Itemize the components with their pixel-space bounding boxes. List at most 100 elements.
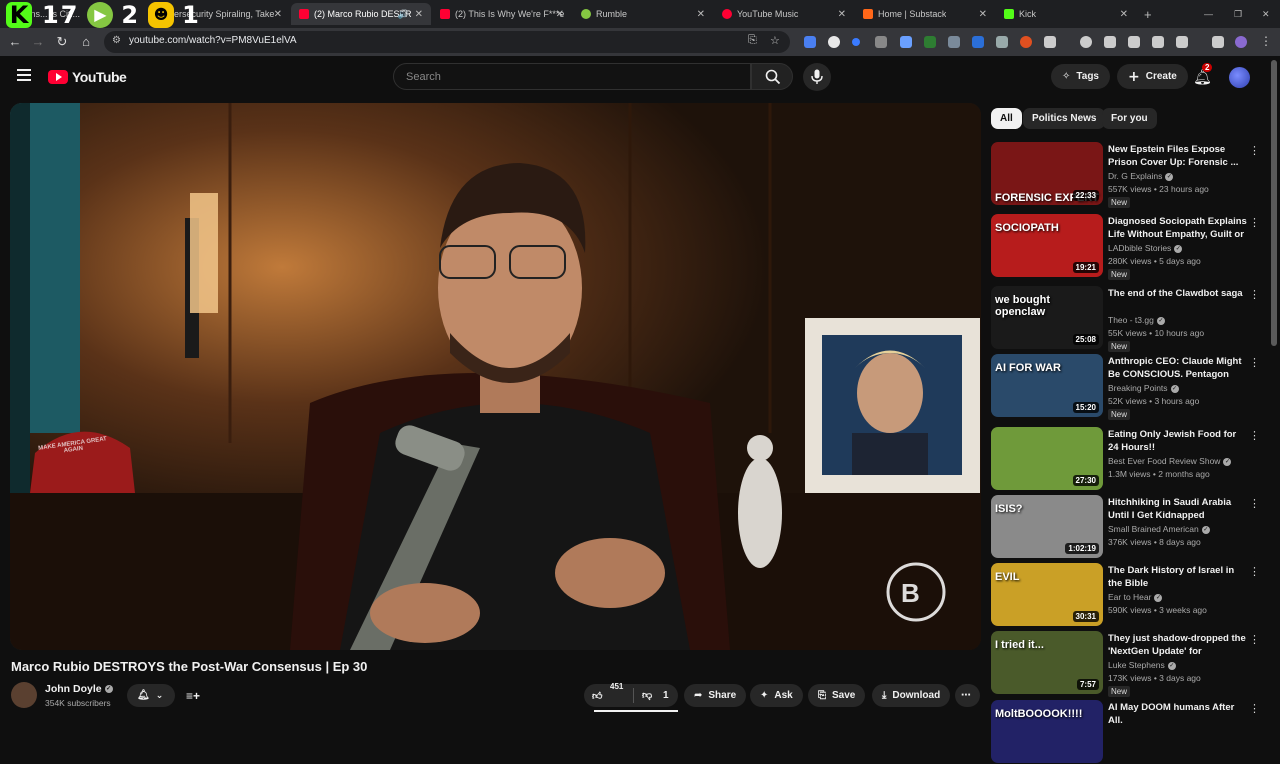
recommendation-item[interactable]: EVIL 30:31 The Dark History of Israel in t…: [991, 563, 1266, 627]
voice-search-button[interactable]: [803, 63, 831, 91]
back-icon[interactable]: ←: [6, 33, 24, 51]
more-actions-button[interactable]: ⋯: [955, 684, 980, 707]
scrollbar[interactable]: [1271, 60, 1277, 346]
recommendation-item[interactable]: ISIS? 1:02:19 Hitchhiking in Saudi Arabia …: [991, 495, 1266, 559]
extensions-puzzle-icon[interactable]: [1044, 36, 1056, 48]
window-close-icon[interactable]: ✕: [1254, 3, 1270, 25]
home-icon[interactable]: ⌂: [77, 33, 95, 51]
video-thumbnail[interactable]: AI FOR WAR 15:20: [991, 354, 1103, 417]
maximize-icon[interactable]: ❐: [1226, 3, 1242, 25]
more-vertical-icon[interactable]: ⋮: [1249, 565, 1260, 578]
recommendation-channel[interactable]: Breaking Points ✓: [1108, 383, 1179, 393]
extension-icon[interactable]: [900, 36, 912, 48]
more-vertical-icon[interactable]: ⋮: [1249, 288, 1260, 301]
thumbs-down-icon[interactable]: 👎︎: [642, 689, 652, 701]
download-button[interactable]: ⤓ Download: [872, 684, 951, 707]
recommendation-channel[interactable]: Dr. G Explains ✓: [1108, 171, 1174, 181]
recommendation-item[interactable]: AI FOR WAR 15:20 Anthropic CEO: Claude Mig…: [991, 354, 1266, 420]
recommendation-channel[interactable]: Theo - t3.gg ✓: [1108, 315, 1165, 325]
minimize-icon[interactable]: —: [1196, 3, 1213, 25]
close-icon[interactable]: ✕: [838, 9, 846, 20]
tab-8[interactable]: Kick ✕: [996, 3, 1136, 25]
close-icon[interactable]: ✕: [274, 9, 282, 20]
create-button[interactable]: + Create: [1117, 64, 1188, 89]
more-vertical-icon[interactable]: ⋮: [1249, 633, 1260, 646]
video-thumbnail[interactable]: 27:30: [991, 427, 1103, 490]
recommendation-channel[interactable]: Best Ever Food Review Show ✓: [1108, 456, 1232, 466]
extension-icon[interactable]: [875, 36, 887, 48]
extension-icon[interactable]: [996, 36, 1008, 48]
extension-icon[interactable]: [804, 36, 816, 48]
browser-menu-icon[interactable]: ⋮: [1260, 34, 1272, 48]
recommendation-item[interactable]: we bought openclaw 25:08 The end of the Cl…: [991, 286, 1266, 352]
recommendation-item[interactable]: 27:30 Eating Only Jewish Food for 24 Hour…: [991, 427, 1266, 491]
extension-icon[interactable]: [972, 36, 984, 48]
tab-7[interactable]: Home | Substack ✕: [855, 3, 995, 25]
recommendation-channel[interactable]: Ear to Hear ✓: [1108, 592, 1163, 602]
close-icon[interactable]: ✕: [697, 9, 705, 20]
more-vertical-icon[interactable]: ⋮: [1249, 356, 1260, 369]
chip-politics-news[interactable]: Politics News: [1023, 108, 1106, 129]
tab-5[interactable]: Rumble ✕: [573, 3, 713, 25]
more-vertical-icon[interactable]: ⋮: [1249, 144, 1260, 157]
video-player[interactable]: B MAKE AMERICA GREAT AGAIN: [10, 103, 981, 650]
speaker-icon[interactable]: 🔊: [398, 9, 409, 20]
hamburger-menu-icon[interactable]: [17, 69, 31, 81]
thumbs-up-icon[interactable]: 👍︎: [592, 690, 602, 702]
recommendation-item[interactable]: I tried it... 7:57 They just shadow-droppe…: [991, 631, 1266, 697]
close-icon[interactable]: ✕: [1120, 9, 1128, 20]
bookmark-star-icon[interactable]: ☆: [770, 34, 780, 47]
save-button[interactable]: ⎘ Save: [808, 684, 866, 707]
recommendation-item[interactable]: MoltBOOOOK!!!! AI May DOOM humans After A…: [991, 700, 1266, 764]
extension-icon[interactable]: [924, 36, 936, 48]
recommendation-item[interactable]: FORENSIC EXPERT ANALYSIS22:33New Epstein…: [991, 142, 1266, 208]
extension-icon[interactable]: [948, 36, 960, 48]
more-vertical-icon[interactable]: ⋮: [1249, 702, 1260, 715]
search-input[interactable]: Search: [393, 63, 751, 90]
forward-icon[interactable]: →: [29, 33, 47, 51]
address-bar[interactable]: ⚙ youtube.com/watch?v=PM8VuE1elVA ⎘ ☆: [104, 31, 790, 53]
extension-icon[interactable]: [1104, 36, 1116, 48]
sidebar-icon[interactable]: [1152, 36, 1164, 48]
close-icon[interactable]: ✕: [415, 9, 423, 20]
channel-name[interactable]: John Doyle ✓: [45, 683, 113, 695]
screenshot-icon[interactable]: [1176, 36, 1188, 48]
more-vertical-icon[interactable]: ⋮: [1249, 216, 1260, 229]
more-vertical-icon[interactable]: ⋮: [1249, 429, 1260, 442]
extension-icon[interactable]: [852, 38, 860, 46]
tab-4[interactable]: (2) This Is Why We're F***e ✕: [432, 3, 572, 25]
recommendation-item[interactable]: SOCIOPATH 19:21 Diagnosed Sociopath Explai…: [991, 214, 1266, 280]
tags-button[interactable]: ✧ Tags: [1051, 64, 1110, 89]
video-thumbnail[interactable]: ISIS? 1:02:19: [991, 495, 1103, 558]
close-icon[interactable]: ✕: [979, 9, 987, 20]
chip-for-you[interactable]: For you: [1102, 108, 1157, 129]
close-icon[interactable]: ✕: [556, 9, 564, 20]
extension-icon[interactable]: [828, 36, 840, 48]
extension-icon[interactable]: [1020, 36, 1032, 48]
video-thumbnail[interactable]: we bought openclaw 25:08: [991, 286, 1103, 349]
video-thumbnail[interactable]: FORENSIC EXPERT ANALYSIS22:33: [991, 142, 1103, 205]
install-icon[interactable]: ⎘: [748, 34, 757, 47]
video-thumbnail[interactable]: SOCIOPATH 19:21: [991, 214, 1103, 277]
video-thumbnail[interactable]: MoltBOOOOK!!!!: [991, 700, 1103, 763]
tab-3-active[interactable]: (2) Marco Rubio DESTR 🔊 ✕: [291, 3, 431, 25]
recommendation-channel[interactable]: Luke Stephens ✓: [1108, 660, 1176, 670]
chip-all[interactable]: All: [991, 108, 1022, 129]
video-thumbnail[interactable]: I tried it... 7:57: [991, 631, 1103, 694]
devtools-icon[interactable]: [1128, 36, 1140, 48]
share-button[interactable]: ➦ Share: [684, 684, 747, 707]
account-avatar[interactable]: [1229, 67, 1250, 88]
recommendation-channel[interactable]: Small Brained American ✓: [1108, 524, 1210, 534]
search-button[interactable]: [751, 63, 793, 90]
new-tab-button[interactable]: +: [1136, 3, 1156, 25]
tab-6[interactable]: YouTube Music ✕: [714, 3, 854, 25]
youtube-logo[interactable]: YouTube: [48, 69, 127, 85]
history-icon[interactable]: [1080, 36, 1092, 48]
more-vertical-icon[interactable]: ⋮: [1249, 497, 1260, 510]
channel-avatar[interactable]: [11, 682, 37, 708]
downloads-icon[interactable]: [1212, 36, 1224, 48]
notifications-bell-icon[interactable]: 🔔︎ 2: [1193, 63, 1213, 86]
site-info-icon[interactable]: ⚙: [112, 35, 121, 46]
ask-button[interactable]: ✦ Ask: [750, 684, 803, 707]
profile-avatar[interactable]: [1235, 36, 1247, 48]
